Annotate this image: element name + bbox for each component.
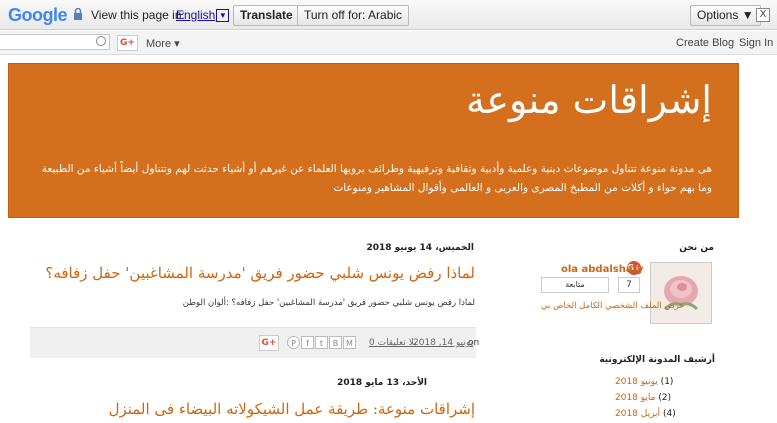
archive-item[interactable]: (4) أبريل 2018 [615,409,676,419]
create-blog-link[interactable]: Create Blog [676,37,734,49]
blog-description: هى مدونة منوعة تتناول موضوعات دينية وعلم… [41,163,712,194]
archive-month-link[interactable]: مايو 2018 [615,393,655,403]
about-heading: من نحن [679,243,714,253]
archive-count: (2) [658,393,672,403]
blog-header: إشراقات منوعة هى مدونة منوعة تتناول موضو… [8,63,739,218]
archive-month-link[interactable]: يونيو 2018 [615,377,658,387]
archive-heading: أرشيف المدونة الإلكترونية [599,355,715,365]
post-footer: on يونيو 14, 2018 0 بلا تعليقات M B t f … [30,327,479,358]
comments-link[interactable]: 0 بلا تعليقات [369,338,417,348]
post-title[interactable]: لماذا رفض يونس شلبي حضور فريق 'مدرسة الم… [45,264,475,282]
options-button[interactable]: Options ▼ [690,5,761,26]
post-date: الأحد، 13 مايو 2018 [337,378,427,388]
email-share-icon[interactable]: M [343,336,356,349]
dropdown-arrow-icon[interactable]: ▼ [216,9,230,23]
language-link[interactable]: English [176,8,215,22]
close-icon[interactable]: X [756,8,770,22]
gplus-button[interactable]: G+ [117,35,138,51]
twitter-share-icon[interactable]: t [315,336,328,349]
google-logo-text: Google [8,5,68,25]
post-date-link[interactable]: يونيو 14, 2018 [413,338,473,348]
archive-count: (1) [660,377,674,387]
language-select[interactable]: English ▼ [176,8,230,23]
archive-count: (4) [662,409,676,419]
facebook-share-icon[interactable]: f [301,336,314,349]
follow-button[interactable]: متابعة [541,277,609,293]
translate-prompt: View this page in: [91,8,185,22]
search-icon[interactable] [96,36,106,46]
translate-button[interactable]: Translate [233,5,300,26]
gplus-share-button[interactable]: G+ [259,335,279,351]
blog-title[interactable]: إشراقات منوعة [466,78,712,122]
lock-icon [74,8,82,20]
sign-in-link[interactable]: Sign In [739,37,773,49]
post-snippet: لماذا رفض يونس شلبي حضور فريق 'مدرسة الم… [182,298,475,308]
archive-item[interactable]: (1) يونيو 2018 [615,377,673,387]
blogger-navbar: G+ More ▾ Create Blog Sign In [0,31,777,55]
post-date: الخميس، 14 يونيو 2018 [366,243,474,253]
profile-name[interactable]: ola abdalshafy [561,264,643,275]
post-title[interactable]: إشراقات منوعة: طريقة عمل الشيكولاته البي… [109,400,475,418]
search-input[interactable] [0,34,110,50]
google-logo: Google [8,5,68,26]
archive-item[interactable]: (2) مايو 2018 [615,393,671,403]
rose-image [651,263,711,323]
view-profile-link[interactable]: عرض الملف الشخصي الكامل الخاص بي [541,301,684,311]
profile-photo[interactable] [650,262,712,324]
follower-count: 7 [618,277,640,293]
pinterest-share-icon[interactable]: P [287,336,300,349]
turn-off-button[interactable]: Turn off for: Arabic [297,5,410,26]
translate-bar: Google View this page in: English ▼ Trans… [0,0,777,30]
blogthis-share-icon[interactable]: B [329,336,342,349]
archive-month-link[interactable]: أبريل 2018 [615,409,660,419]
more-menu[interactable]: More ▾ [146,37,180,50]
